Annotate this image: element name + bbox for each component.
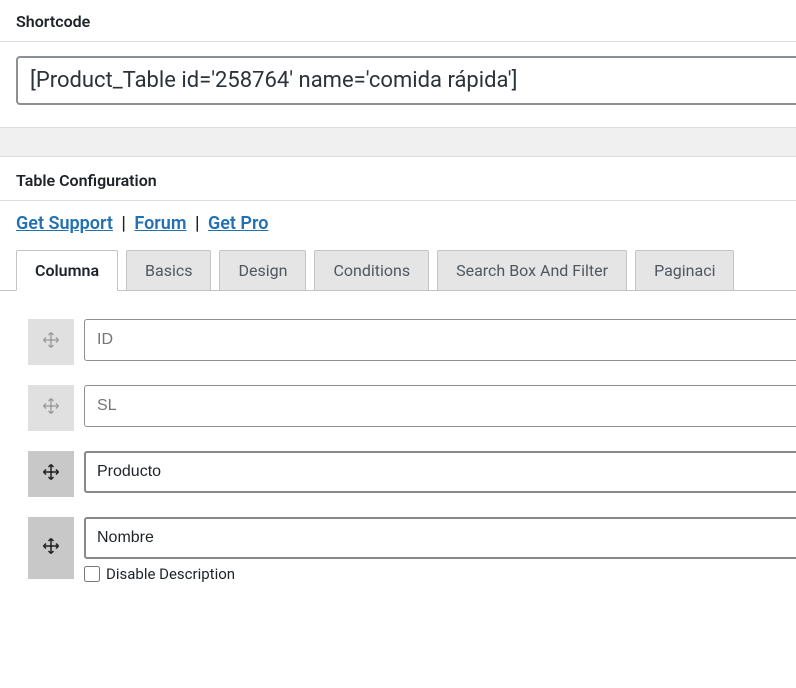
columna-tab-panel: Disable Description — [0, 290, 796, 623]
tab-pagination[interactable]: Paginaci — [635, 250, 734, 291]
column-input-nombre[interactable] — [84, 517, 796, 559]
config-tabs: Columna Basics Design Conditions Search … — [0, 250, 796, 291]
column-row — [28, 385, 780, 431]
section-divider — [0, 127, 796, 157]
column-body — [84, 385, 780, 427]
move-icon — [41, 330, 61, 354]
column-row — [28, 319, 780, 365]
move-icon — [41, 462, 61, 486]
tab-search-filter[interactable]: Search Box And Filter — [437, 250, 627, 291]
table-config-header: Table Configuration — [0, 157, 796, 201]
shortcode-area — [0, 42, 796, 127]
get-support-link[interactable]: Get Support — [16, 213, 113, 234]
move-icon — [41, 536, 61, 560]
link-separator: | — [195, 213, 200, 234]
column-input-producto[interactable] — [84, 451, 796, 493]
drag-handle[interactable] — [28, 451, 74, 497]
shortcode-section-header: Shortcode — [0, 0, 796, 42]
disable-description-checkbox[interactable] — [84, 566, 100, 582]
column-input-id[interactable] — [84, 319, 796, 361]
column-body — [84, 319, 780, 361]
disable-description-label[interactable]: Disable Description — [106, 565, 235, 583]
forum-link[interactable]: Forum — [134, 213, 186, 234]
disable-description-row: Disable Description — [84, 565, 780, 583]
link-separator: | — [121, 213, 126, 234]
column-body: Disable Description — [84, 517, 780, 583]
tab-columna[interactable]: Columna — [16, 250, 118, 291]
support-links-row: Get Support | Forum | Get Pro — [0, 201, 796, 244]
tab-basics[interactable]: Basics — [126, 250, 211, 291]
get-pro-link[interactable]: Get Pro — [208, 213, 268, 234]
drag-handle[interactable] — [28, 517, 74, 579]
column-row — [28, 451, 780, 497]
drag-handle[interactable] — [28, 385, 74, 431]
column-input-sl[interactable] — [84, 385, 796, 427]
tab-conditions[interactable]: Conditions — [314, 250, 429, 291]
shortcode-input[interactable] — [16, 56, 796, 105]
move-icon — [41, 396, 61, 420]
tab-design[interactable]: Design — [219, 250, 306, 291]
column-body — [84, 451, 780, 493]
drag-handle[interactable] — [28, 319, 74, 365]
column-row: Disable Description — [28, 517, 780, 583]
